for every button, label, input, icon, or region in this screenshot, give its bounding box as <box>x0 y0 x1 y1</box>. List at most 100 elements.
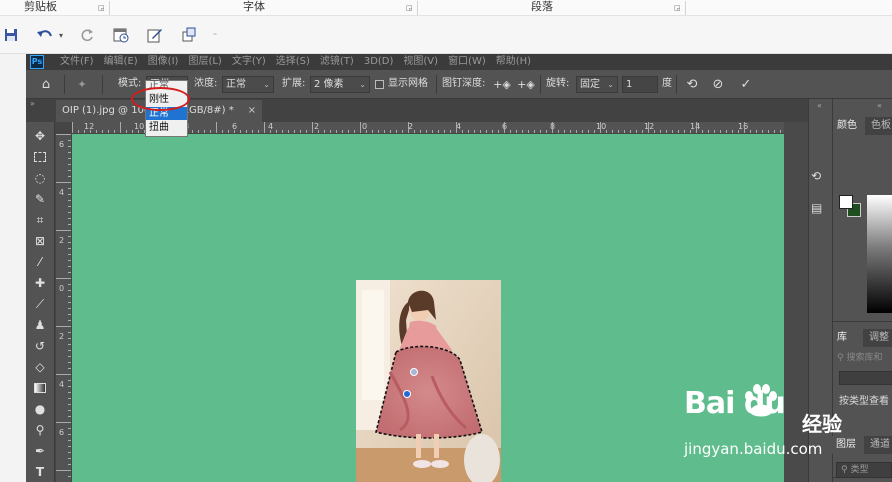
mode-label: 模式: <box>118 78 142 89</box>
color-picker-field[interactable] <box>867 195 892 313</box>
rotate-select-value: 固定 <box>580 79 600 90</box>
close-tab-icon[interactable]: × <box>248 100 256 122</box>
tab-color[interactable]: 颜色 <box>833 117 865 135</box>
ruler-tick <box>264 122 265 133</box>
clipboard-launcher-icon[interactable]: ◲ <box>98 4 106 12</box>
ps-menus: 文件(F) 编辑(E) 图像(I) 图层(L) 文字(Y) 选择(S) 滤镜(T… <box>60 55 531 69</box>
eraser-tool-icon[interactable]: ◇ <box>30 357 50 377</box>
layers-filter-placeholder: 类型 <box>850 465 869 475</box>
type-tool-icon[interactable]: T <box>30 462 50 482</box>
photo-illustration <box>356 280 501 482</box>
healing-brush-tool-icon[interactable]: ✚ <box>30 273 50 293</box>
blur-tool-icon[interactable]: ● <box>30 399 50 419</box>
menu-filter[interactable]: 滤镜(T) <box>320 55 354 69</box>
ruler-v-label: 2 <box>59 332 65 341</box>
menu-view[interactable]: 视图(V) <box>403 55 438 69</box>
foreground-color-swatch[interactable] <box>839 195 853 209</box>
pen-tool-icon[interactable]: ✒ <box>30 441 50 461</box>
options-separator <box>540 75 541 94</box>
density-label: 浓度: <box>194 78 218 89</box>
move-tool-icon[interactable]: ✥ <box>30 126 50 146</box>
edit-icon <box>147 29 162 43</box>
clone-stamp-tool-icon[interactable]: ♟ <box>30 315 50 335</box>
ruler-v-label: 4 <box>59 380 65 389</box>
menu-select[interactable]: 选择(S) <box>276 55 310 69</box>
properties-panel-icon[interactable]: ▤ <box>811 201 831 221</box>
reset-pins-icon[interactable]: ⟲ <box>682 75 702 94</box>
undo-button[interactable] <box>34 24 56 46</box>
girl-in-pink-dress-photo[interactable] <box>356 280 501 482</box>
undo-dropdown-chevron-icon[interactable]: ▾ <box>56 24 66 46</box>
font-launcher-icon[interactable]: ◲ <box>406 4 414 12</box>
library-search-placeholder: 搜索库和 <box>846 353 883 363</box>
crop-tool-icon[interactable]: ⌗ <box>30 210 50 230</box>
ruler-tick <box>312 122 313 133</box>
commit-check-icon[interactable]: ✓ <box>736 75 756 94</box>
library-panel-tabs: 库 调整 <box>833 329 892 347</box>
library-search-input[interactable]: ⚲ 搜索库和 <box>837 351 892 365</box>
document-canvas[interactable] <box>72 134 784 482</box>
expand-panels-icon[interactable]: « <box>817 101 822 110</box>
watermark-url: jingyan.baidu.com <box>684 440 823 458</box>
save-button[interactable] <box>0 24 22 46</box>
show-mesh-label: 显示网格 <box>388 78 428 89</box>
paragraph-launcher-icon[interactable]: ◲ <box>674 4 682 12</box>
edit-button[interactable] <box>144 24 166 46</box>
ribbon-group-paragraph-label: 段落 <box>531 0 553 13</box>
quick-selection-tool-icon[interactable]: ✎ <box>30 189 50 209</box>
rotate-select[interactable]: 固定 ⌄ <box>576 76 618 93</box>
history-brush-tool-icon[interactable]: ↺ <box>30 336 50 356</box>
collapse-panels-icon[interactable]: » <box>30 99 35 108</box>
pin-forward-icon[interactable]: +◈ <box>492 75 512 94</box>
angle-input[interactable]: 1 <box>622 76 658 93</box>
menu-3d[interactable]: 3D(D) <box>364 55 394 69</box>
library-select[interactable] <box>839 371 892 385</box>
ruler-h-label: 12 <box>644 122 655 131</box>
undo-icon <box>37 30 52 37</box>
puppet-pin-icon[interactable] <box>410 368 418 376</box>
layers-filter-input[interactable]: ⚲ 类型 <box>836 462 892 478</box>
angle-input-value: 1 <box>626 79 633 90</box>
menu-help[interactable]: 帮助(H) <box>496 55 531 69</box>
tab-adjustments[interactable]: 调整 <box>865 329 892 347</box>
cancel-icon[interactable]: ⊘ <box>708 75 728 94</box>
brush-tool-icon[interactable]: ⟋ <box>30 294 50 314</box>
menu-window[interactable]: 窗口(W) <box>448 55 486 69</box>
lasso-tool-icon[interactable]: ◌ <box>30 168 50 188</box>
puppet-warp-tool-icon[interactable]: ✦ <box>72 75 92 94</box>
show-mesh-checkbox[interactable] <box>375 80 384 89</box>
menu-layer[interactable]: 图层(L) <box>188 55 221 69</box>
save-icon <box>5 29 17 41</box>
redo-button[interactable] <box>76 24 98 46</box>
gradient-tool-icon[interactable] <box>30 378 50 398</box>
baidu-jingyan-watermark: Bai du 经验 jingyan.baidu.com <box>684 384 864 464</box>
search-icon: ⚲ <box>841 465 848 475</box>
mode-option-distort[interactable]: 扭曲 <box>146 121 187 134</box>
collapse-right-panels-icon[interactable]: « <box>877 101 882 110</box>
history-panel-icon[interactable]: ⟲ <box>811 169 831 189</box>
customize-qat-chevron-icon[interactable]: ⁼ <box>210 24 220 46</box>
chevron-down-icon: ⌄ <box>607 80 614 89</box>
ribbon-group-paragraph: 段落 ◲ <box>418 0 686 16</box>
quick-access-toolbar: ▾ ⁼ <box>0 16 892 54</box>
menu-file[interactable]: 文件(F) <box>60 55 94 69</box>
puppet-pin-active-icon[interactable] <box>403 390 411 398</box>
density-select[interactable]: 正常 ⌄ <box>222 76 274 93</box>
menu-edit[interactable]: 编辑(E) <box>104 55 138 69</box>
eyedropper-tool-icon[interactable]: ⁄ <box>30 252 50 272</box>
ribbon-group-font-label: 字体 <box>243 0 265 13</box>
tab-libraries[interactable]: 库 <box>833 329 863 347</box>
tab-channels[interactable]: 通道 <box>866 436 892 454</box>
marquee-tool-icon[interactable] <box>30 147 50 167</box>
dodge-tool-icon[interactable]: ⚲ <box>30 420 50 440</box>
copy-format-button[interactable] <box>178 24 200 46</box>
pin-backward-icon[interactable]: +◈ <box>516 75 536 94</box>
search-icon: ⚲ <box>837 353 844 363</box>
tab-swatches[interactable]: 色板 <box>867 117 892 135</box>
expand-select[interactable]: 2 像素 ⌄ <box>310 76 370 93</box>
menu-type[interactable]: 文字(Y) <box>232 55 266 69</box>
frame-tool-icon[interactable]: ⊠ <box>30 231 50 251</box>
menu-image[interactable]: 图像(I) <box>148 55 179 69</box>
calendar-button[interactable] <box>110 24 132 46</box>
home-icon[interactable]: ⌂ <box>36 75 56 94</box>
